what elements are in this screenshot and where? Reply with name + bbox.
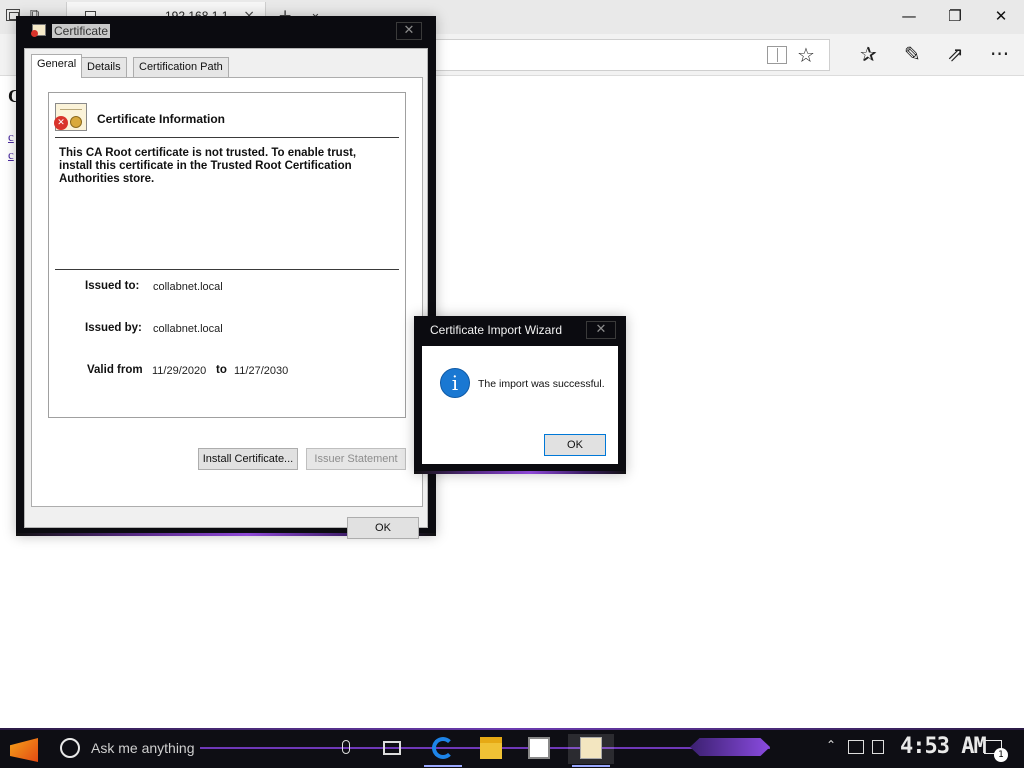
issued-to-value: collabnet.local <box>153 281 223 293</box>
volume-icon[interactable] <box>872 740 884 754</box>
edge-icon <box>432 737 454 759</box>
install-certificate-button[interactable]: Install Certificate... <box>198 448 298 470</box>
taskbar-app-file-explorer[interactable] <box>468 734 514 764</box>
error-badge-icon: ✕ <box>54 116 68 130</box>
certificate-icon <box>31 24 46 37</box>
certificate-information-heading: Certificate Information <box>97 112 226 126</box>
show-hidden-icons-icon[interactable]: ⌃ <box>826 738 836 752</box>
valid-from-value: 11/29/2020 <box>152 365 207 377</box>
dialog-close-button[interactable]: ✕ <box>396 22 422 40</box>
microphone-icon[interactable] <box>342 740 350 754</box>
valid-to-label: to <box>216 364 227 376</box>
dialog-close-button[interactable]: ✕ <box>586 321 616 339</box>
favorite-star-icon[interactable]: ☆ <box>797 43 815 67</box>
valid-from-label: Valid from <box>87 364 143 376</box>
dialog-title: Certificate <box>52 24 111 38</box>
divider <box>55 269 399 270</box>
share-icon[interactable]: ⇗ <box>947 42 964 66</box>
certificate-ok-button[interactable]: OK <box>347 517 419 539</box>
import-wizard-body: i The import was successful. OK <box>422 346 618 464</box>
window-close-button[interactable]: ✕ <box>978 4 1024 28</box>
page-link[interactable]: c <box>8 129 14 145</box>
taskbar-decoration <box>690 738 770 756</box>
taskbar-app-edge[interactable] <box>420 734 466 767</box>
taskbar-app-store[interactable] <box>516 734 562 764</box>
issuer-statement-button[interactable]: Issuer Statement <box>306 448 406 470</box>
certificate-information-box: ✕ Certificate Information This CA Root c… <box>48 92 406 418</box>
web-note-icon[interactable]: ✎ <box>904 42 921 66</box>
more-icon[interactable]: ··· <box>990 42 1009 66</box>
import-success-message: The import was successful. <box>478 378 605 390</box>
trust-warning-text: This CA Root certificate is not trusted.… <box>59 147 357 185</box>
taskbar-search-box[interactable]: Ask me anything <box>91 740 195 756</box>
taskbar-app-certificate[interactable] <box>568 734 614 767</box>
file-explorer-icon <box>480 737 502 759</box>
favorites-hub-icon[interactable]: ✰ <box>860 42 877 66</box>
tab-certification-path[interactable]: Certification Path <box>133 57 229 77</box>
wizard-ok-button[interactable]: OK <box>544 434 606 456</box>
reading-view-icon[interactable] <box>767 46 787 64</box>
task-view-icon[interactable] <box>383 741 401 755</box>
desktop: ⧉ 192.168.1.1 × + ⌄ — ❐ ✕ ☆ ✰ ✎ ⇗ ··· C … <box>0 0 1024 768</box>
tab-details[interactable]: Details <box>81 57 127 77</box>
issued-by-value: collabnet.local <box>153 323 223 335</box>
minimize-button[interactable]: — <box>886 4 932 28</box>
tab-general[interactable]: General <box>31 54 83 78</box>
information-icon: i <box>440 368 470 398</box>
valid-to-value: 11/27/2030 <box>234 365 289 377</box>
taskbar-clock[interactable]: 4:53 AM <box>900 734 987 759</box>
certificate-icon <box>580 737 602 759</box>
maximize-button[interactable]: ❐ <box>932 4 978 28</box>
dialog-title: Certificate Import Wizard <box>430 323 563 337</box>
general-tab-panel: ✕ Certificate Information This CA Root c… <box>31 77 423 507</box>
notification-count-badge: 1 <box>994 748 1008 762</box>
certificate-dialog-body: General Details Certification Path ✕ Cer… <box>24 48 428 539</box>
import-wizard-dialog: Certificate Import Wizard ✕ i The import… <box>414 316 626 474</box>
network-icon[interactable] <box>848 740 864 754</box>
untrusted-certificate-icon: ✕ <box>54 103 87 131</box>
store-icon <box>528 737 550 759</box>
certificate-dialog: Certificate ✕ General Details Certificat… <box>16 16 436 539</box>
cortana-icon[interactable] <box>60 738 80 758</box>
seal-icon <box>70 116 82 128</box>
address-bar[interactable]: ☆ <box>432 39 830 71</box>
page-link[interactable]: c <box>8 147 14 163</box>
issued-by-label: Issued by: <box>85 322 142 334</box>
divider <box>55 137 399 138</box>
issued-to-label: Issued to: <box>85 280 140 292</box>
